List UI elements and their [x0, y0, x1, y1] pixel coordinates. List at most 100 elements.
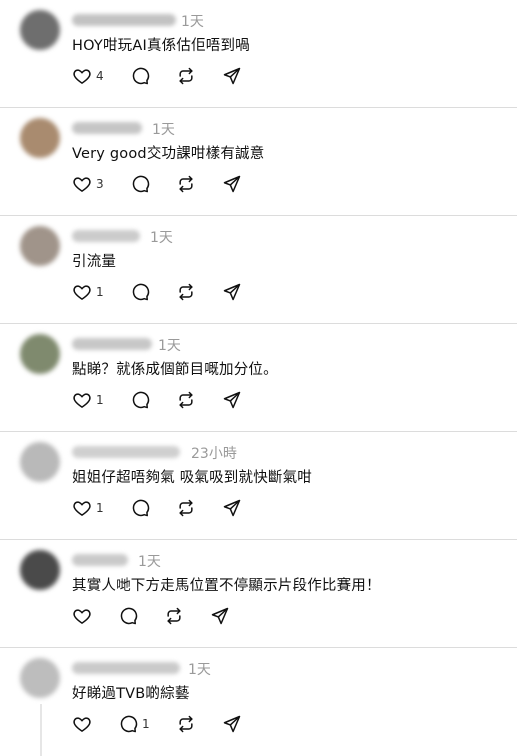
repost-button[interactable] [176, 498, 196, 518]
post: 23小時 姐姐仔超唔夠氣 吸氣吸到就快斷氣咁 1 [0, 432, 517, 540]
like-button[interactable]: 1 [72, 498, 104, 518]
share-icon [223, 715, 240, 733]
heart-icon [73, 501, 91, 516]
reply-button[interactable] [130, 66, 150, 86]
post-actions: 3 [72, 173, 268, 195]
post-text: 其實人哋下方走馬位置不停顯示片段作比賽用！ [72, 578, 381, 594]
repost-icon [167, 607, 181, 625]
like-count: 1 [96, 393, 104, 407]
like-button[interactable]: 1 [72, 282, 104, 302]
post-actions [72, 605, 256, 627]
reply-button[interactable] [130, 390, 150, 410]
repost-icon [179, 499, 193, 517]
heart-icon [73, 69, 91, 84]
post-actions: 1 [72, 281, 268, 303]
share-icon [223, 283, 240, 301]
share-button[interactable] [222, 390, 242, 410]
username-blurred[interactable] [72, 446, 180, 458]
like-count: 1 [96, 285, 104, 299]
post: 1天 HOY咁玩AI真係估佢唔到喎 4 [0, 0, 517, 108]
share-button[interactable] [222, 174, 242, 194]
post-text: HOY咁玩AI真係估佢唔到喎 [72, 38, 250, 54]
post-actions: 1 [72, 497, 268, 519]
post: 1天 Very good交功課咁樣有誠意 3 [0, 108, 517, 216]
post-text: 姐姐仔超唔夠氣 吸氣吸到就快斷氣咁 [72, 470, 313, 486]
username-blurred[interactable] [72, 230, 140, 242]
share-button[interactable] [222, 498, 242, 518]
username-blurred[interactable] [72, 662, 180, 674]
like-button[interactable]: 3 [72, 174, 104, 194]
avatar[interactable] [20, 226, 60, 266]
post-text: 點睇？就係成個節目嘅加分位。 [72, 362, 278, 378]
heart-icon [73, 717, 91, 732]
like-button[interactable]: 4 [72, 66, 104, 86]
reply-button[interactable] [118, 606, 138, 626]
post-time: 23小時 [191, 446, 237, 462]
like-count: 1 [96, 501, 104, 515]
post-actions: 1 [72, 389, 268, 411]
reply-button[interactable] [130, 174, 150, 194]
share-button[interactable] [222, 66, 242, 86]
avatar[interactable] [20, 442, 60, 482]
share-button[interactable] [222, 714, 242, 734]
post-text: 好睇過TVB啲綜藝 [72, 686, 190, 702]
repost-button[interactable] [176, 390, 196, 410]
username-blurred[interactable] [72, 554, 128, 566]
share-icon [223, 391, 240, 409]
post-time: 1天 [181, 14, 204, 30]
repost-button[interactable] [176, 282, 196, 302]
post: 1天 好睇過TVB啲綜藝 1 [0, 648, 517, 756]
thread-line [40, 704, 42, 756]
like-button[interactable] [72, 606, 92, 626]
like-button[interactable]: 1 [72, 390, 104, 410]
reply-button[interactable] [130, 498, 150, 518]
post: 1天 其實人哋下方走馬位置不停顯示片段作比賽用！ [0, 540, 517, 648]
reply-count: 1 [142, 717, 150, 731]
share-button[interactable] [222, 282, 242, 302]
comment-icon [132, 391, 149, 409]
share-icon [223, 67, 240, 85]
post-time: 1天 [188, 662, 211, 678]
avatar[interactable] [20, 550, 60, 590]
share-icon [223, 499, 240, 517]
share-icon [211, 607, 229, 625]
post-time: 1天 [150, 230, 173, 246]
avatar[interactable] [20, 118, 60, 158]
heart-icon [73, 609, 91, 624]
repost-icon [179, 391, 193, 409]
repost-button[interactable] [164, 606, 184, 626]
like-button[interactable] [72, 714, 92, 734]
username-blurred[interactable] [72, 338, 152, 350]
repost-button[interactable] [176, 66, 196, 86]
like-count: 3 [96, 177, 104, 191]
avatar[interactable] [20, 10, 60, 50]
post-actions: 1 [72, 713, 268, 735]
avatar[interactable] [20, 658, 60, 698]
post-time: 1天 [138, 554, 161, 570]
share-button[interactable] [210, 606, 230, 626]
post-time: 1天 [152, 122, 175, 138]
post-text: Very good交功課咁樣有誠意 [72, 146, 265, 162]
username-blurred[interactable] [72, 122, 142, 134]
comment-icon [120, 607, 138, 625]
repost-icon [179, 175, 193, 193]
comment-icon [132, 67, 149, 85]
repost-button[interactable] [176, 714, 196, 734]
repost-icon [179, 67, 193, 85]
reply-button[interactable] [130, 282, 150, 302]
reply-button[interactable]: 1 [118, 714, 150, 734]
post-actions: 4 [72, 65, 268, 87]
post-text: 引流量 [72, 254, 117, 270]
heart-icon [73, 393, 91, 408]
like-count: 4 [96, 69, 104, 83]
comment-icon [120, 715, 138, 733]
post: 1天 點睇？就係成個節目嘅加分位。 1 [0, 324, 517, 432]
repost-icon [179, 283, 193, 301]
heart-icon [73, 285, 91, 300]
comment-icon [132, 283, 149, 301]
comment-icon [132, 175, 149, 193]
heart-icon [73, 177, 91, 192]
repost-button[interactable] [176, 174, 196, 194]
username-blurred[interactable] [72, 14, 176, 26]
avatar[interactable] [20, 334, 60, 374]
